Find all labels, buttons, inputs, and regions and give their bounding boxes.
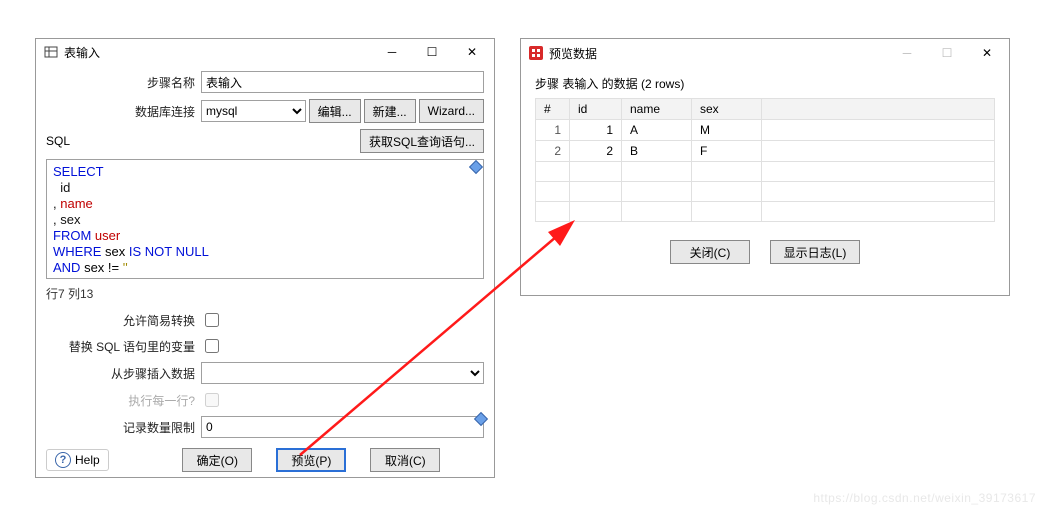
sql-label: SQL [46, 134, 360, 148]
window-title: 表输入 [64, 44, 100, 61]
limit-label: 记录数量限制 [46, 419, 201, 436]
replace-vars-label: 替换 SQL 语句里的变量 [46, 338, 201, 355]
help-label: Help [75, 453, 100, 467]
table-header-row: # id name sex [536, 99, 995, 120]
cursor-status: 行7 列13 [46, 285, 484, 302]
show-log-button[interactable]: 显示日志(L) [770, 240, 860, 264]
wizard-button[interactable]: Wizard... [419, 99, 484, 123]
window-icon [529, 46, 543, 60]
step-name-label: 步骤名称 [46, 74, 201, 91]
watermark: https://blog.csdn.net/weixin_39173617 [813, 491, 1036, 505]
limit-input[interactable] [201, 416, 484, 438]
get-sql-button[interactable]: 获取SQL查询语句... [360, 129, 484, 153]
insert-from-step-select[interactable] [201, 362, 484, 384]
close-button[interactable]: ✕ [967, 40, 1007, 66]
close-preview-button[interactable]: 关闭(C) [670, 240, 750, 264]
window-title: 预览数据 [549, 45, 597, 62]
step-name-input[interactable] [201, 71, 484, 93]
table-row [536, 182, 995, 202]
minimize-button[interactable]: ─ [372, 39, 412, 65]
preview-data-window: 预览数据 ─ ☐ ✕ 步骤 表输入 的数据 (2 rows) # id name… [520, 38, 1010, 296]
table-input-window: 表输入 ─ ☐ ✕ 步骤名称 数据库连接 mysql 编辑... 新建... W… [35, 38, 495, 478]
execute-each-row-checkbox [205, 393, 219, 407]
maximize-button[interactable]: ☐ [927, 40, 967, 66]
db-connection-select[interactable]: mysql [201, 100, 306, 122]
close-button[interactable]: ✕ [452, 39, 492, 65]
lazy-conversion-label: 允许简易转换 [46, 312, 201, 329]
ok-button[interactable]: 确定(O) [182, 448, 252, 472]
preview-button[interactable]: 预览(P) [276, 448, 346, 472]
table-row [536, 162, 995, 182]
titlebar: 预览数据 ─ ☐ ✕ [521, 39, 1009, 67]
col-index[interactable]: # [536, 99, 570, 120]
sql-textarea[interactable]: SELECT id , name , sex FROM user WHERE s… [46, 159, 484, 279]
col-name[interactable]: name [622, 99, 692, 120]
cancel-button[interactable]: 取消(C) [370, 448, 440, 472]
insert-from-step-label: 从步骤插入数据 [46, 365, 201, 382]
table-row [536, 202, 995, 222]
table-row[interactable]: 1 1 A M [536, 120, 995, 141]
lazy-conversion-checkbox[interactable] [205, 313, 219, 327]
variable-icon [469, 160, 483, 174]
execute-each-row-label: 执行每一行? [46, 392, 201, 409]
maximize-button[interactable]: ☐ [412, 39, 452, 65]
preview-table: # id name sex 1 1 A M 2 2 B F [535, 98, 995, 222]
col-id[interactable]: id [570, 99, 622, 120]
preview-subtitle: 步骤 表输入 的数据 (2 rows) [535, 75, 995, 92]
titlebar: 表输入 ─ ☐ ✕ [36, 39, 494, 65]
help-button[interactable]: ? Help [46, 449, 109, 471]
minimize-button[interactable]: ─ [887, 40, 927, 66]
replace-vars-checkbox[interactable] [205, 339, 219, 353]
edit-connection-button[interactable]: 编辑... [309, 99, 361, 123]
db-connection-label: 数据库连接 [46, 103, 201, 120]
new-connection-button[interactable]: 新建... [364, 99, 416, 123]
table-row[interactable]: 2 2 B F [536, 141, 995, 162]
window-icon [44, 45, 58, 59]
col-sex[interactable]: sex [692, 99, 762, 120]
help-icon: ? [55, 452, 71, 468]
col-empty [762, 99, 995, 120]
